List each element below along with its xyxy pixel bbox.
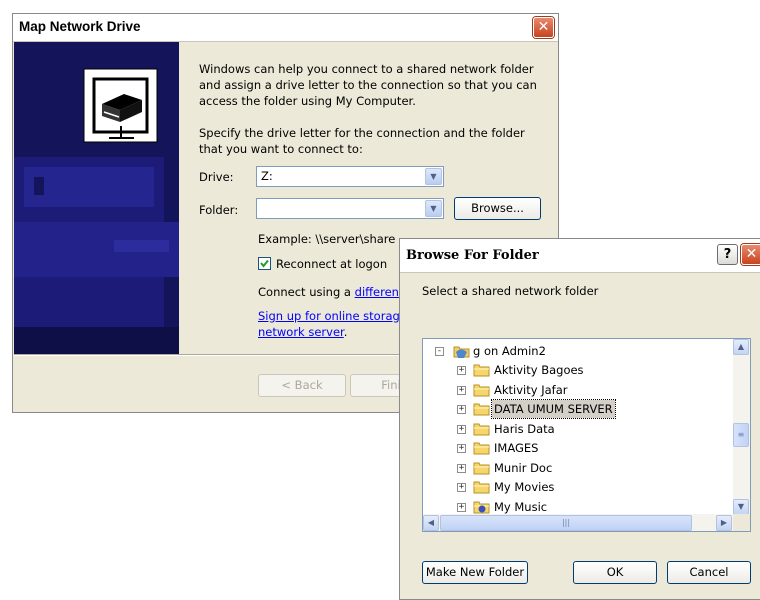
close-icon[interactable]: ✕: [741, 244, 760, 265]
scroll-down-icon[interactable]: ▼: [733, 499, 749, 515]
specify-line: Specify the drive letter for the connect…: [199, 126, 525, 140]
expand-icon[interactable]: +: [457, 366, 466, 375]
browse-for-folder-dialog: Browse For Folder ? ✕ Select a shared ne…: [399, 238, 760, 600]
tree-item-label: Aktivity Jafar: [494, 382, 568, 397]
folder-icon: [473, 442, 490, 455]
browse-prompt: Select a shared network folder: [422, 284, 599, 298]
example-text: Example: \\server\share: [258, 232, 396, 246]
cancel-button[interactable]: Cancel: [667, 561, 751, 584]
checkmark-icon: [260, 259, 269, 268]
map-dialog-titlebar[interactable]: Map Network Drive ✕: [13, 14, 558, 42]
close-icon[interactable]: ✕: [533, 17, 554, 38]
drive-value: Z:: [261, 169, 273, 183]
connect-using-text: Connect using a differen: [258, 285, 399, 299]
hscroll-thumb[interactable]: |||: [440, 515, 692, 531]
chevron-down-icon[interactable]: ▼: [425, 168, 442, 185]
expand-icon[interactable]: +: [457, 444, 466, 453]
folder-icon: [473, 462, 490, 474]
intro-line: and assign a drive letter to the connect…: [199, 78, 537, 92]
scroll-up-icon[interactable]: ▲: [733, 339, 749, 355]
tree-item-label: My Music: [494, 499, 548, 514]
expand-icon[interactable]: +: [457, 463, 466, 473]
expand-icon[interactable]: +: [457, 502, 466, 512]
signup-suffix: .: [343, 325, 348, 339]
signup-text: Sign up for online storag network server…: [258, 308, 400, 340]
specify-line: that you want to connect to:: [199, 142, 363, 156]
tree-item-label: IMAGES: [494, 441, 539, 455]
vertical-scrollbar[interactable]: ▲ ≡ ▼: [733, 339, 750, 515]
scroll-left-icon[interactable]: ◀: [423, 515, 439, 531]
folder-label: Folder:: [199, 203, 239, 217]
different-user-link[interactable]: differen: [355, 285, 399, 299]
network-drive-illustration: [14, 68, 179, 354]
folder-combobox[interactable]: ▼: [256, 198, 444, 219]
folder-icon: [473, 384, 490, 396]
tree-root-label: g on Admin2: [473, 344, 546, 358]
intro-text: Windows can help you connect to a shared…: [199, 61, 537, 109]
ok-button[interactable]: OK: [573, 561, 657, 584]
tree-item-label: My Movies: [494, 480, 555, 494]
folder-tree[interactable]: - g on Admin2 + Aktivity Bagoes + Aktivity …: [422, 338, 751, 532]
browse-dialog-titlebar[interactable]: Browse For Folder ? ✕: [400, 239, 760, 273]
tree-item-label: Aktivity Bagoes: [494, 363, 584, 377]
expand-icon[interactable]: +: [457, 385, 466, 395]
scrollbar-corner: [733, 514, 750, 531]
folder-icon: [473, 364, 490, 377]
help-icon[interactable]: ?: [717, 244, 738, 265]
scroll-thumb[interactable]: ≡: [733, 423, 749, 447]
drive-select[interactable]: Z: ▼: [256, 166, 444, 187]
music-folder-icon: [473, 501, 490, 513]
expand-icon[interactable]: +: [457, 424, 466, 434]
signup-link[interactable]: Sign up for online storag: [258, 309, 400, 323]
network-server-link[interactable]: network server: [258, 325, 344, 339]
folder-icon: [473, 481, 490, 494]
back-button[interactable]: < Back: [258, 374, 346, 397]
intro-line: access the folder using My Computer.: [199, 94, 416, 108]
chevron-down-icon[interactable]: ▼: [425, 200, 442, 217]
browse-dialog-title: Browse For Folder: [406, 248, 539, 263]
reconnect-checkbox[interactable]: [258, 257, 271, 270]
specify-text: Specify the drive letter for the connect…: [199, 125, 525, 157]
intro-line: Windows can help you connect to a shared…: [199, 62, 534, 76]
tree-item-label: Haris Data: [494, 421, 555, 436]
make-new-folder-button[interactable]: Make New Folder: [422, 561, 528, 584]
connect-prefix: Connect using a: [258, 285, 355, 299]
tree-item-label: DATA UMUM SERVER: [491, 399, 616, 419]
expand-icon[interactable]: +: [457, 405, 466, 414]
collapse-icon[interactable]: -: [435, 347, 444, 356]
tree-item-label: Munir Doc: [494, 460, 553, 475]
expand-icon[interactable]: +: [457, 483, 466, 492]
network-folder-icon: [453, 346, 470, 358]
browse-button[interactable]: Browse...: [454, 197, 541, 220]
scroll-right-icon[interactable]: ▶: [716, 515, 732, 531]
reconnect-label[interactable]: Reconnect at logon: [276, 257, 387, 271]
wizard-banner: [14, 42, 179, 354]
map-dialog-title: Map Network Drive: [19, 19, 141, 34]
folder-icon: [473, 423, 490, 435]
folder-icon: [473, 403, 490, 416]
drive-label: Drive:: [199, 170, 234, 184]
horizontal-scrollbar[interactable]: ◀ ||| ▶: [423, 514, 733, 531]
